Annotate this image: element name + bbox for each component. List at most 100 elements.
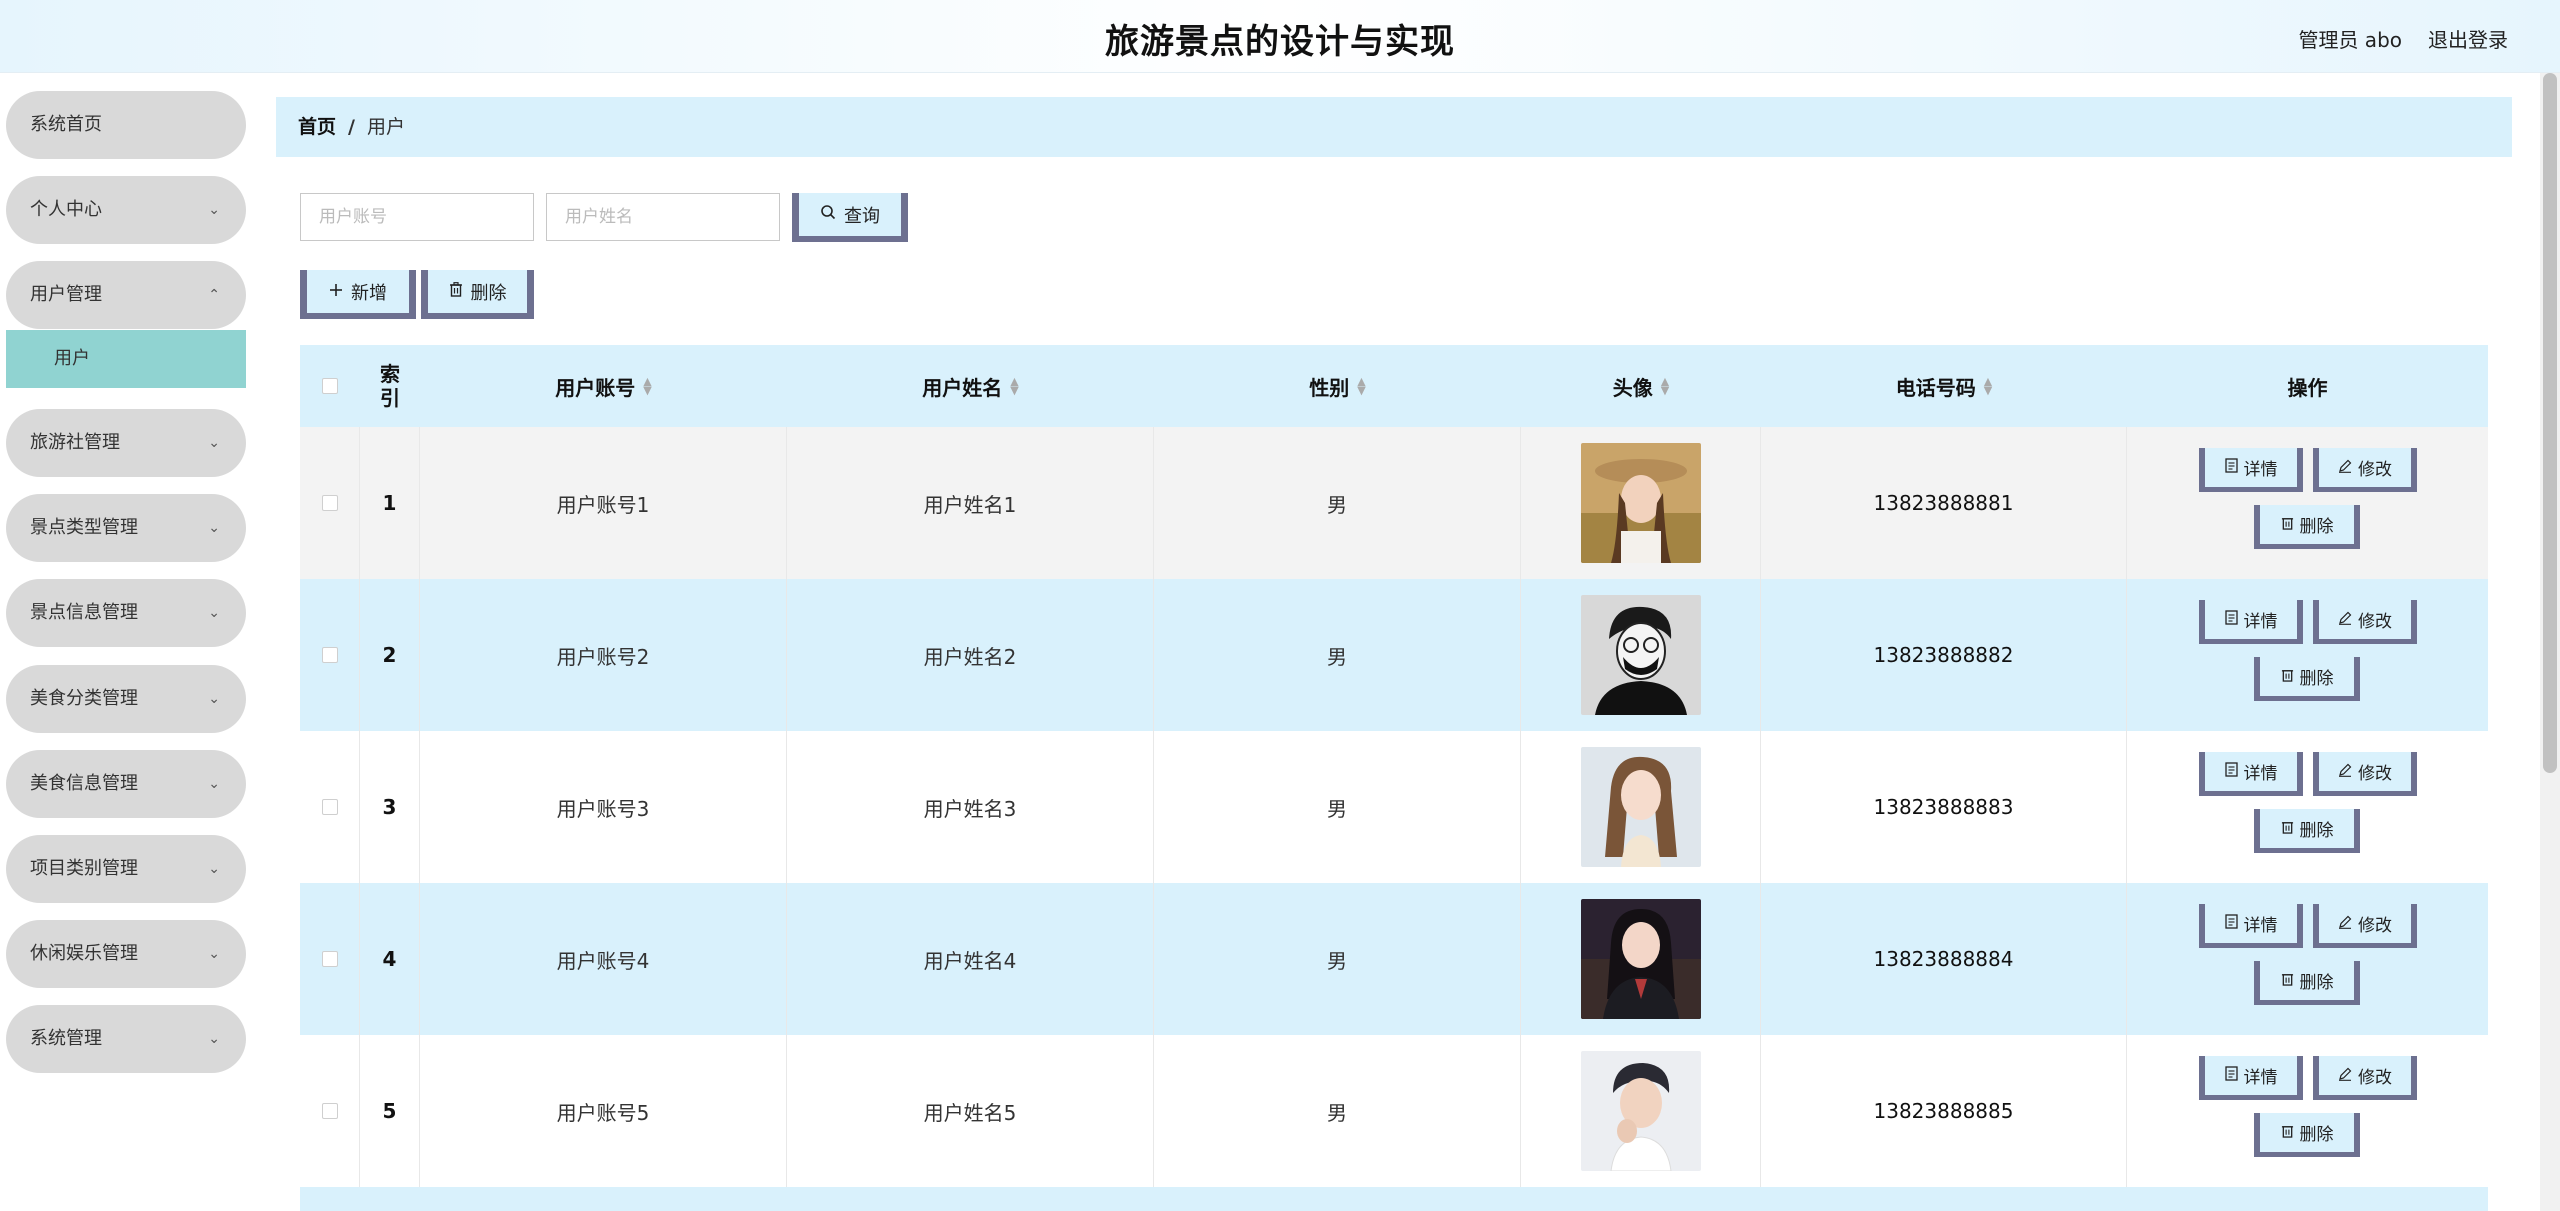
sidebar-item-food-categories[interactable]: 美食分类管理 ⌄ [6, 665, 246, 733]
cell-gender: 男 [1154, 731, 1521, 883]
header-actions: 操作 [2287, 375, 2328, 400]
cell-phone: 13823888884 [1761, 883, 2127, 1035]
sort-icon[interactable]: ▲ ▼ [643, 376, 651, 396]
detail-button[interactable]: 详情 [2199, 752, 2303, 796]
detail-button-label: 详情 [2243, 916, 2278, 936]
avatar[interactable] [1580, 1051, 1701, 1171]
query-button[interactable]: 查询 [792, 193, 908, 242]
delete-button-label: 删除 [2299, 517, 2334, 537]
trash-icon [2281, 1123, 2294, 1143]
header-phone[interactable]: 电话号码 ▲ ▼ [1761, 345, 2127, 427]
edit-button[interactable]: 修改 [2313, 448, 2417, 492]
detail-button[interactable]: 详情 [2199, 904, 2303, 948]
edit-button[interactable]: 修改 [2313, 904, 2417, 948]
row-checkbox[interactable] [321, 951, 338, 967]
sidebar-item-user-management[interactable]: 用户管理 ⌃ [6, 261, 246, 329]
table-row: 5 用户账号5 用户姓名5 男 13823888885 详情 修改 删除 [300, 1035, 2488, 1187]
detail-button[interactable]: 详情 [2199, 1056, 2303, 1100]
header-name[interactable]: 用户姓名 ▲ ▼ [787, 345, 1154, 427]
trash-icon [2281, 971, 2294, 991]
edit-button[interactable]: 修改 [2313, 600, 2417, 644]
table-row: 4 用户账号4 用户姓名4 男 13823888884 详情 修改 删除 [300, 883, 2488, 1035]
table-row-partial [300, 1187, 2488, 1211]
delete-button[interactable]: 删除 [2254, 657, 2360, 701]
sidebar-item-system[interactable]: 系统管理 ⌄ [6, 1005, 246, 1073]
cell-account: 用户账号2 [420, 579, 787, 731]
delete-button[interactable]: 删除 [2254, 505, 2360, 549]
avatar[interactable] [1580, 443, 1701, 563]
logout-link[interactable]: 退出登录 [2428, 24, 2508, 53]
sidebar-item-project-categories[interactable]: 项目类别管理 ⌄ [6, 835, 246, 903]
header-account[interactable]: 用户账号 ▲ ▼ [420, 345, 787, 427]
row-select-cell [300, 579, 360, 731]
chevron-down-icon: ⌄ [208, 946, 220, 962]
delete-button[interactable]: 删除 [2254, 809, 2360, 853]
edit-button[interactable]: 修改 [2313, 1056, 2417, 1100]
sidebar-item-travel-agency[interactable]: 旅游社管理 ⌄ [6, 409, 246, 477]
breadcrumb-home[interactable]: 首页 [298, 116, 336, 138]
edit-button[interactable]: 修改 [2313, 752, 2417, 796]
avatar[interactable] [1580, 747, 1701, 867]
chevron-down-icon: ⌄ [208, 520, 220, 536]
sidebar-item-label: 系统管理 [30, 1028, 102, 1049]
sidebar-item-spot-info[interactable]: 景点信息管理 ⌄ [6, 579, 246, 647]
delete-button[interactable]: 删除 [2254, 961, 2360, 1005]
cell-index: 5 [360, 1035, 420, 1187]
row-checkbox[interactable] [321, 495, 338, 511]
row-checkbox[interactable] [321, 1103, 338, 1119]
sort-icon[interactable]: ▲ ▼ [1357, 376, 1365, 396]
detail-button[interactable]: 详情 [2199, 600, 2303, 644]
row-checkbox[interactable] [321, 799, 338, 815]
delete-button-label: 删除 [2299, 669, 2334, 689]
cell-gender: 男 [1154, 579, 1521, 731]
sidebar-item-label: 系统首页 [30, 114, 102, 135]
breadcrumb-separator: / [348, 116, 355, 138]
batch-delete-button-label: 删除 [470, 282, 507, 304]
document-icon [2224, 761, 2238, 782]
cell-account: 用户账号3 [420, 731, 787, 883]
select-all-checkbox[interactable] [322, 378, 338, 394]
cell-account: 用户账号4 [420, 883, 787, 1035]
sidebar-item-leisure[interactable]: 休闲娱乐管理 ⌄ [6, 920, 246, 988]
header-gender[interactable]: 性别 ▲ ▼ [1154, 345, 1521, 427]
cell-actions: 详情 修改 删除 [2127, 579, 2488, 731]
cell-actions: 详情 修改 删除 [2127, 731, 2488, 883]
sidebar-subitem-label: 用户 [54, 348, 90, 369]
avatar[interactable] [1580, 595, 1701, 715]
breadcrumb: 首页 / 用户 [276, 97, 2512, 157]
delete-button[interactable]: 删除 [2254, 1113, 2360, 1157]
name-search-input[interactable] [546, 193, 780, 241]
avatar[interactable] [1580, 899, 1701, 1019]
sort-icon[interactable]: ▲ ▼ [1010, 376, 1018, 396]
sidebar-item-label: 用户管理 [30, 284, 102, 305]
row-checkbox[interactable] [321, 647, 338, 663]
detail-button[interactable]: 详情 [2199, 448, 2303, 492]
cell-avatar [1521, 731, 1761, 883]
cell-gender: 男 [1154, 883, 1521, 1035]
cell-name: 用户姓名1 [787, 427, 1154, 579]
header-avatar[interactable]: 头像 ▲ ▼ [1521, 345, 1761, 427]
edit-button-label: 修改 [2358, 916, 2392, 936]
page-scrollbar-thumb[interactable] [2543, 73, 2557, 773]
edit-button-label: 修改 [2358, 764, 2392, 784]
sort-icon[interactable]: ▲ ▼ [1984, 376, 1992, 396]
detail-button-label: 详情 [2243, 612, 2278, 632]
sidebar-subitem-users[interactable]: 用户 [6, 330, 246, 388]
search-icon [820, 204, 836, 225]
sidebar-item-profile[interactable]: 个人中心 ⌄ [6, 176, 246, 244]
batch-delete-button[interactable]: 删除 [421, 270, 534, 319]
current-user: 管理员 abo [2298, 28, 2402, 52]
chevron-down-icon: ⌄ [208, 861, 220, 877]
sidebar-item-label: 项目类别管理 [30, 858, 138, 879]
account-search-input[interactable] [300, 193, 534, 241]
sidebar-item-spot-types[interactable]: 景点类型管理 ⌄ [6, 494, 246, 562]
sidebar-item-label: 景点信息管理 [30, 602, 138, 623]
edit-button-label: 修改 [2358, 460, 2392, 480]
sort-icon[interactable]: ▲ ▼ [1661, 376, 1669, 396]
detail-button-label: 详情 [2243, 460, 2278, 480]
sidebar-item-label: 旅游社管理 [30, 432, 120, 453]
add-button[interactable]: 新增 [300, 270, 416, 319]
sidebar-item-home[interactable]: 系统首页 [6, 91, 246, 159]
row-select-cell [300, 731, 360, 883]
sidebar-item-food-info[interactable]: 美食信息管理 ⌄ [6, 750, 246, 818]
